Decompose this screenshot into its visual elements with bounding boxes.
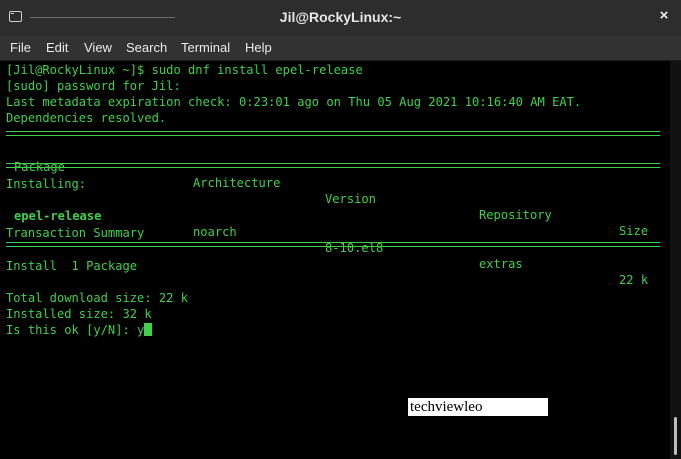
installing-label: Installing: xyxy=(6,177,87,191)
transaction-summary-label: Transaction Summary xyxy=(6,226,145,240)
menu-bar: File Edit View Search Terminal Help xyxy=(0,36,681,61)
header-version: Version xyxy=(325,192,376,206)
row-size: 22 k xyxy=(619,273,649,287)
menu-help[interactable]: Help xyxy=(245,40,272,55)
scrollbar[interactable] xyxy=(670,61,681,459)
sudo-prompt-line: [sudo] password for Jil: xyxy=(6,79,181,93)
dependencies-line: Dependencies resolved. xyxy=(6,111,167,125)
command-line: [Jil@RockyLinux ~]$ sudo dnf install epe… xyxy=(6,63,363,77)
text-cursor xyxy=(144,323,153,336)
header-architecture: Architecture xyxy=(193,176,281,190)
separator-header xyxy=(6,163,660,168)
close-icon[interactable]: × xyxy=(656,8,672,24)
terminal-window: Jil@RockyLinux:~ × File Edit View Search… xyxy=(0,0,681,459)
row-architecture: noarch xyxy=(193,225,237,239)
row-repository: extras xyxy=(479,257,523,271)
watermark-label: techviewleo xyxy=(408,398,548,416)
menu-file[interactable]: File xyxy=(10,40,31,55)
menu-search[interactable]: Search xyxy=(126,40,167,55)
row-package: epel-release xyxy=(14,209,102,223)
metadata-line: Last metadata expiration check: 0:23:01 … xyxy=(6,95,582,109)
confirm-prompt-line: Is this ok [y/N]: y xyxy=(6,322,153,338)
menu-edit[interactable]: Edit xyxy=(46,40,68,55)
menu-terminal[interactable]: Terminal xyxy=(181,40,230,55)
terminal-output[interactable]: [Jil@RockyLinux ~]$ sudo dnf install epe… xyxy=(0,61,670,459)
header-size: Size xyxy=(619,224,649,238)
separator-top xyxy=(6,131,660,136)
confirm-prompt-text: Is this ok [y/N]: y xyxy=(6,323,145,337)
install-count-line: Install 1 Package xyxy=(6,259,138,273)
download-size-line: Total download size: 22 k xyxy=(6,291,189,305)
header-repository: Repository xyxy=(479,208,552,222)
table-row: epel-release noarch 8-10.el8 extras 22 k xyxy=(6,192,648,304)
menu-view[interactable]: View xyxy=(84,40,112,55)
title-bar[interactable]: Jil@RockyLinux:~ × xyxy=(0,0,681,37)
window-title: Jil@RockyLinux:~ xyxy=(279,9,402,25)
separator-summary xyxy=(6,242,660,247)
installed-size-line: Installed size: 32 k xyxy=(6,307,152,321)
scrollbar-thumb[interactable] xyxy=(674,417,677,455)
